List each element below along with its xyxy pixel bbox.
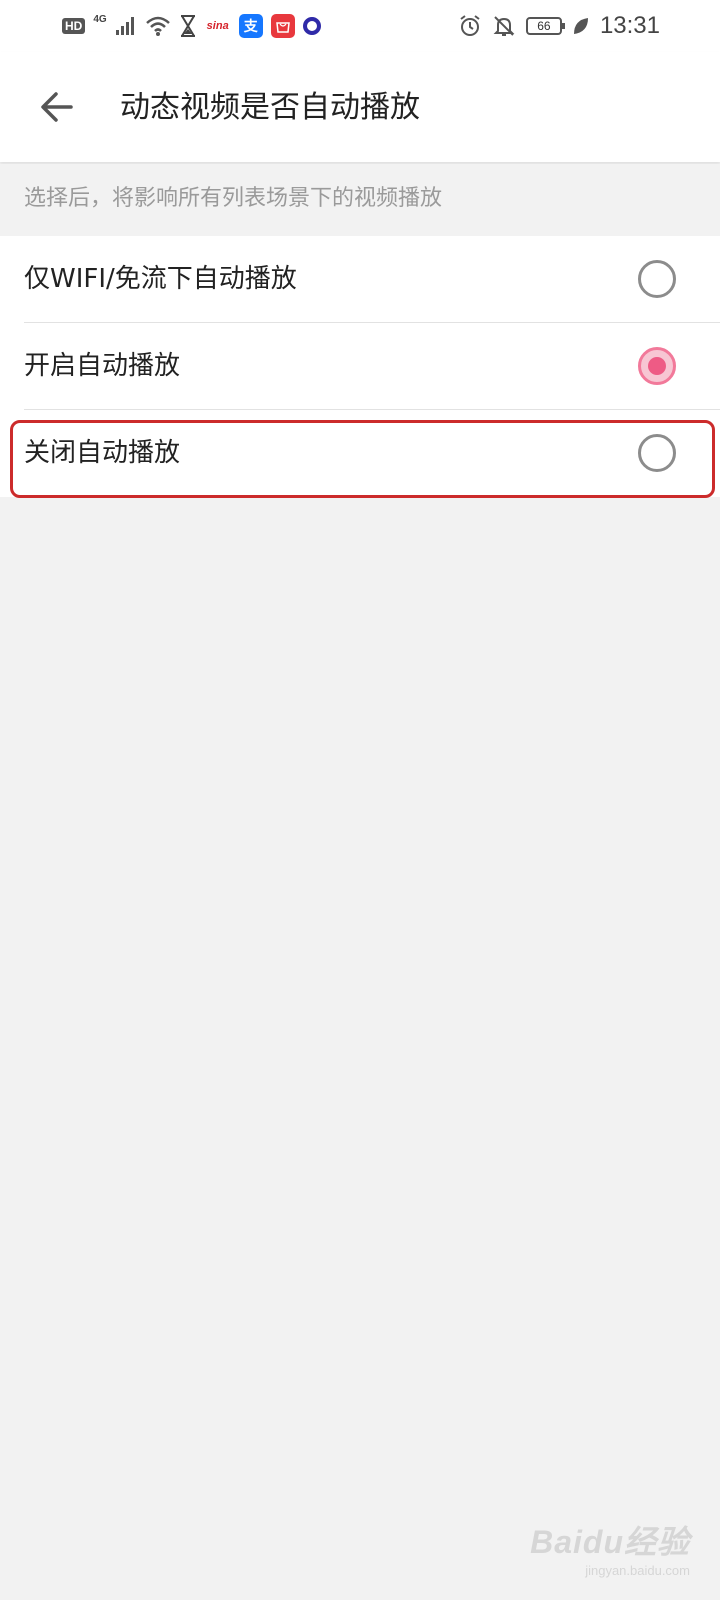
network-type-label: 4G: [93, 13, 107, 25]
hint-section: 选择后，将影响所有列表场景下的视频播放: [0, 164, 720, 236]
page-title: 动态视频是否自动播放: [120, 90, 420, 125]
option-autoplay-on[interactable]: 开启自动播放: [0, 323, 720, 410]
battery-icon: 66: [525, 17, 565, 35]
watermark-url: jingyan.baidu.com: [585, 1563, 690, 1578]
option-label: 仅WIFI/免流下自动播放: [24, 264, 297, 294]
radio-button[interactable]: [638, 260, 676, 298]
status-time: 13:31: [599, 12, 660, 39]
option-label: 开启自动播放: [24, 351, 181, 381]
mall-app-icon: [270, 14, 295, 38]
status-bar-right: 66 13:31: [458, 12, 660, 40]
wifi-icon: [145, 16, 170, 36]
option-autoplay-off[interactable]: 关闭自动播放: [0, 410, 720, 497]
hourglass-icon: [180, 15, 195, 37]
option-wifi-only[interactable]: 仅WIFI/免流下自动播放: [0, 236, 720, 323]
alipay-app-icon: 支: [238, 14, 263, 38]
option-label: 关闭自动播放: [24, 438, 181, 468]
radio-button[interactable]: [638, 434, 676, 472]
sina-app-icon: sina: [206, 20, 229, 32]
status-bar-left: HD 4G sina 支: [62, 12, 321, 40]
app-header: 动态视频是否自动播放: [0, 52, 720, 162]
arrow-left-icon: [41, 92, 73, 122]
signal-icon: [115, 17, 134, 35]
bag-icon: [275, 22, 290, 33]
hd-badge: HD: [62, 18, 86, 34]
autoplay-options-list: 仅WIFI/免流下自动播放 开启自动播放 关闭自动播放: [0, 236, 720, 497]
bell-off-icon: [493, 16, 515, 36]
alarm-icon: [460, 15, 480, 36]
watermark-logo: Baidu经验: [530, 1524, 690, 1560]
status-bar: HD 4G sina 支 66 13:31: [0, 0, 720, 52]
back-button[interactable]: [34, 84, 80, 130]
radio-button-selected[interactable]: [638, 347, 676, 385]
watermark: Baidu经验 jingyan.baidu.com: [530, 1517, 690, 1578]
hint-text: 选择后，将影响所有列表场景下的视频播放: [24, 186, 443, 211]
leaf-icon: [573, 18, 588, 34]
circle-app-icon: [302, 17, 321, 35]
